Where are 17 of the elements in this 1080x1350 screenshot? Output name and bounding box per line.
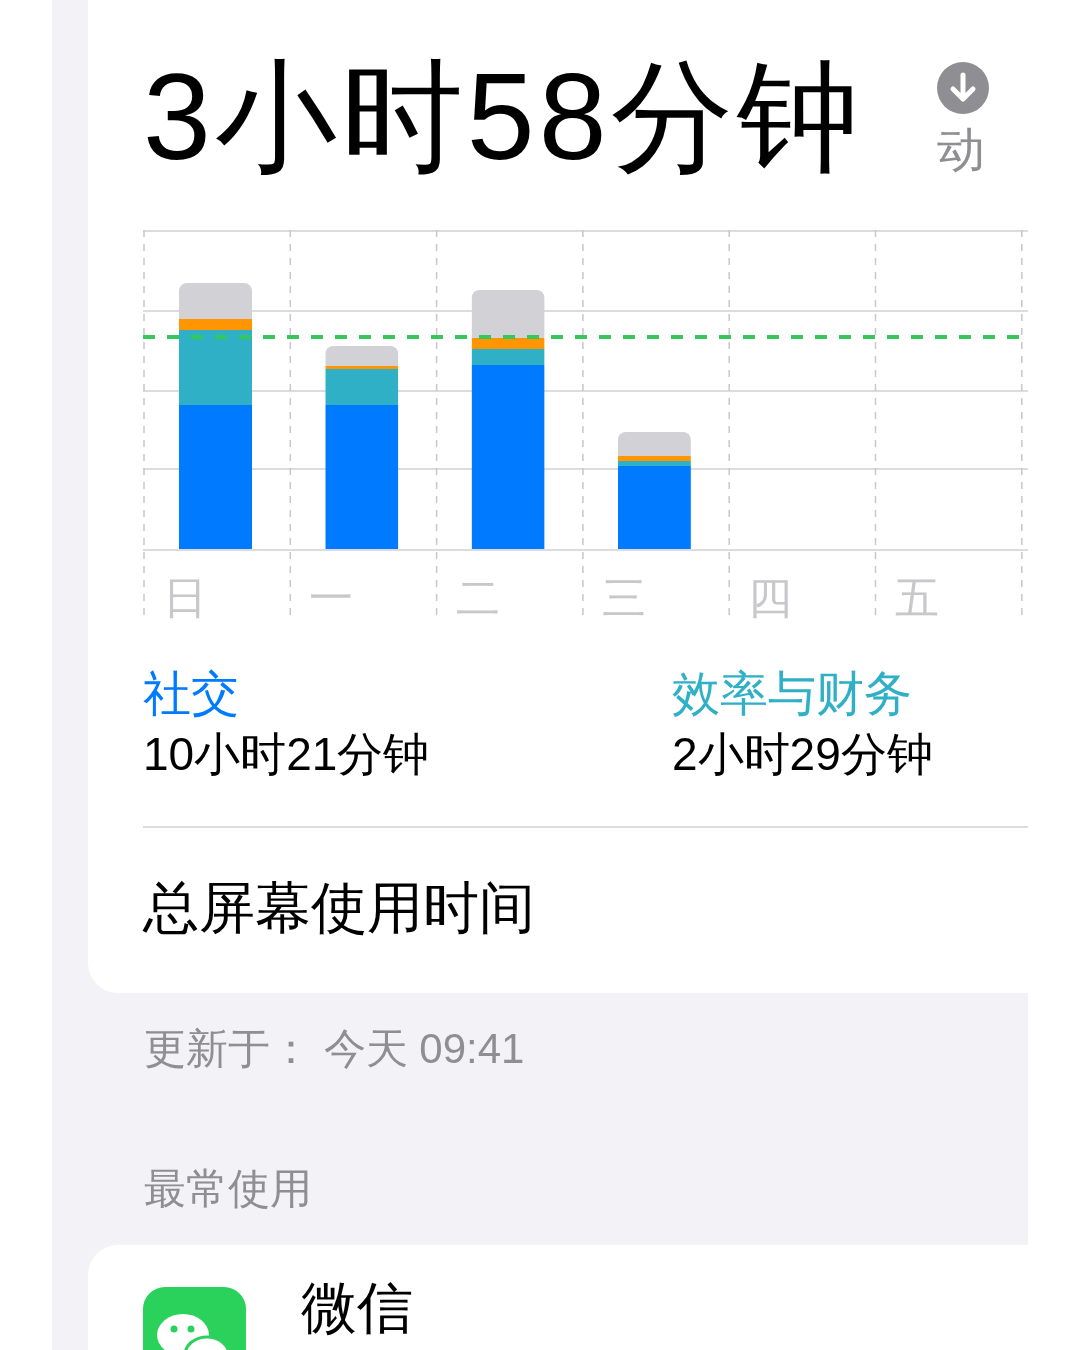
app-row[interactable]: 微信 [88, 1245, 1028, 1350]
total-time: 3小时58分钟 [143, 48, 864, 187]
app-name: 微信 [301, 1275, 413, 1341]
category-name: 效率与财务 [672, 666, 912, 722]
day-label: 日 [163, 573, 207, 622]
day-label: 五 [894, 573, 939, 622]
day-label: 四 [748, 573, 793, 622]
category-time: 10小时21分钟 [143, 727, 430, 782]
day-label: 一 [309, 573, 354, 622]
section-header: 最常使用 [144, 1164, 312, 1214]
day-label: 二 [455, 573, 500, 622]
total-screen-time-link[interactable]: 总屏幕使用时间 [143, 828, 535, 988]
trend-text: 动 [937, 122, 985, 178]
day-label: 三 [601, 573, 646, 622]
category-name: 社交 [143, 666, 239, 722]
category-time: 2小时29分钟 [672, 727, 933, 782]
updated-time: 更新于： 今天 09:41 [144, 1024, 525, 1074]
